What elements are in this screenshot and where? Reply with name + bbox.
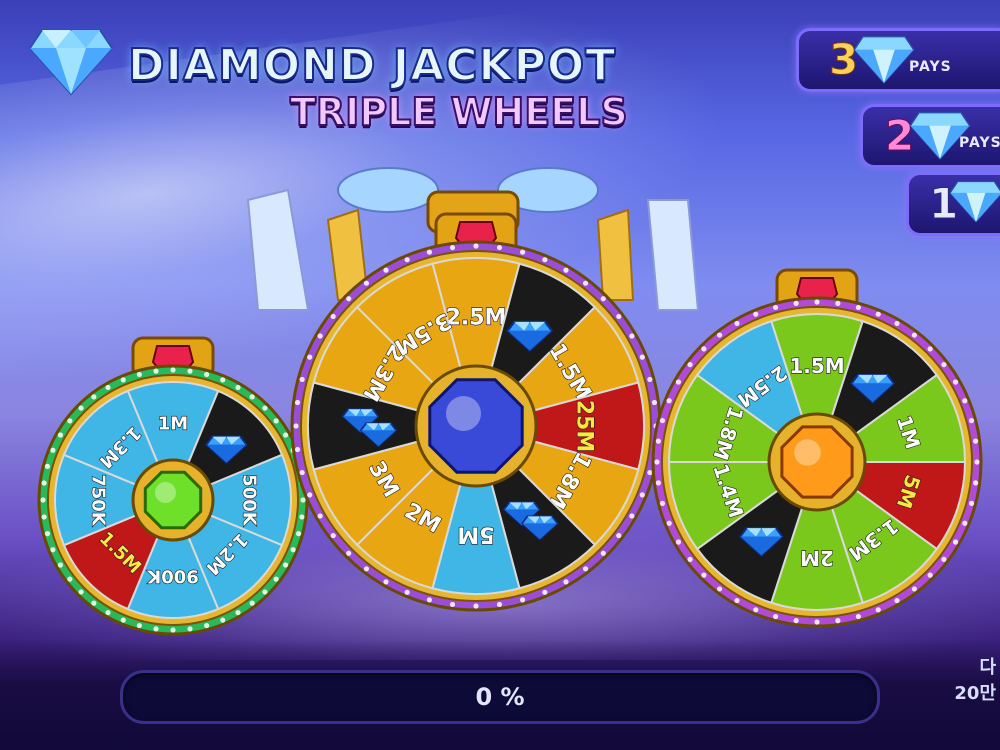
title-line-2: TRIPLE WHEELS (289, 89, 629, 135)
diamond-icon (28, 29, 114, 96)
side-caption-line-1: 다 (979, 657, 996, 678)
wheel-segment-label: 5M (457, 522, 494, 547)
game-title: DIAMOND JACKPOT TRIPLE WHEELS (28, 18, 648, 135)
diamond-icon (853, 35, 915, 84)
title-line-1: DIAMOND JACKPOT (127, 39, 617, 92)
pays-row-2: 2 PAYS (860, 104, 1000, 168)
pays-row-1: 1 (906, 172, 1000, 236)
green-gem-icon (143, 470, 203, 530)
pays-label: PAYS (909, 59, 952, 75)
pays-label: PAYS (959, 135, 1000, 151)
middle-wheel: 2.5M 1.5M 25M 1.8M 5M 2M 3M 2.3M 3.5M (286, 196, 666, 630)
left-wheel-graphic: 1M500K1.2M900K1.5M750K1.3M (37, 336, 309, 636)
wheel-segment-label: 500K (239, 474, 260, 527)
left-wheel: 1M 500K 1.2M 900K 1.5M 750K 1.3M (28, 320, 318, 644)
wheel-segment-label: 25M (572, 400, 597, 453)
blue-gem-icon (428, 378, 524, 474)
right-wheel: 1.5M 1M 5M 1.3M 2M 1.4M 1.8M 2.5M (642, 262, 992, 646)
wheel-segment-label: 1M (158, 413, 188, 434)
wheel-segment-label: 900K (146, 566, 199, 587)
side-caption-line-2: 20만 (954, 683, 996, 704)
wheel-segment-label: 2M (800, 546, 834, 570)
right-wheel-graphic: 1.5M1M5M1.3M2M1.4M1.8M2.5M (651, 268, 983, 628)
side-caption: 다 20만 (936, 655, 996, 707)
wheel-segment-label: 1.5M (789, 354, 844, 378)
pays-row-3: 3 PAYS (796, 28, 1000, 92)
wheel-segment-label: 750K (87, 474, 108, 527)
loading-progress-text: 0 % (475, 683, 525, 711)
diamond-icon (949, 180, 1000, 223)
orange-gem-icon (780, 425, 854, 499)
middle-wheel-graphic: 2.5M1.5M25M1.8M5M2M3M2.3M3.5M (290, 212, 662, 612)
loading-progress-bar: 0 % (120, 670, 880, 724)
